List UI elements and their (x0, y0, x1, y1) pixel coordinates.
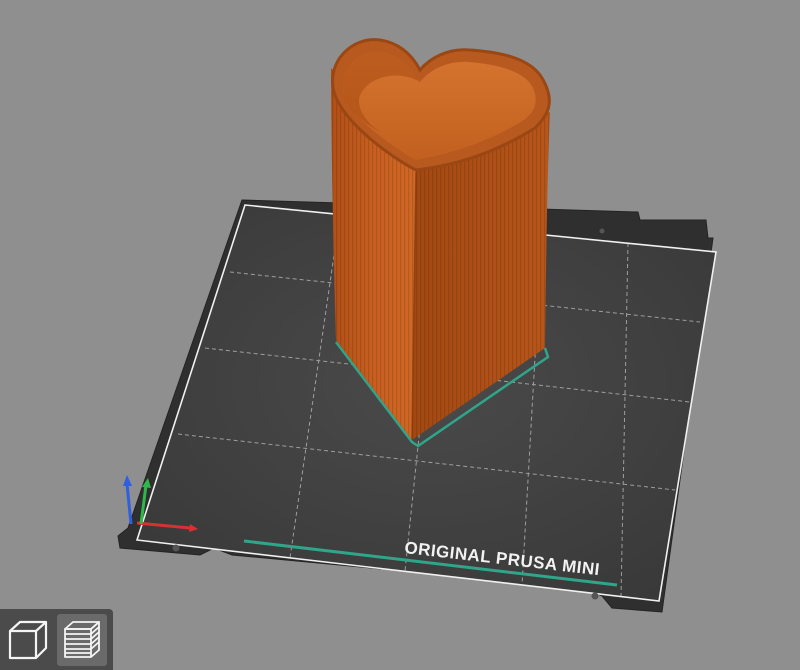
sheet-hole-right (591, 592, 599, 600)
preview-button[interactable]: Preview (57, 613, 107, 666)
sheet-hole-top (599, 228, 605, 234)
scene-svg: ORIGINAL PRUSA MINI (117, 38, 717, 613)
cube-icon (8, 620, 48, 659)
3d-view-button[interactable]: 3D view (3, 614, 53, 666)
3d-scene-canvas[interactable]: ORIGINAL PRUSA MINI (0, 0, 800, 670)
view-mode-toolbar: 3D view Preview (0, 609, 113, 670)
layers-icon (64, 620, 100, 658)
sheet-hole-left (172, 544, 180, 552)
z-axis (125, 483, 133, 525)
